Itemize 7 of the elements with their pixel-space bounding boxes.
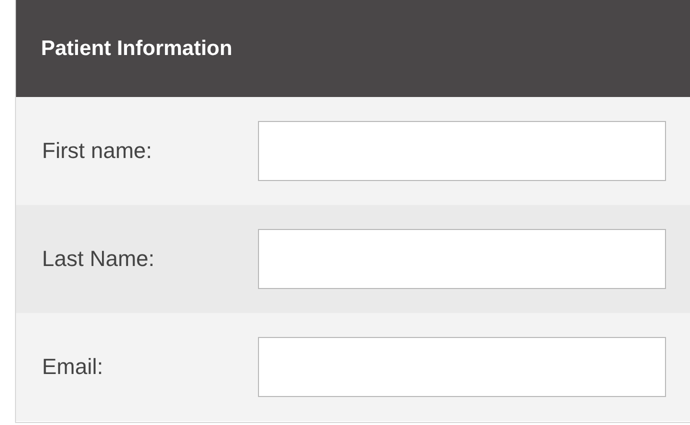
- input-field[interactable]: [258, 229, 666, 289]
- field-label: First name:: [42, 138, 154, 164]
- input-field[interactable]: [258, 337, 666, 397]
- panel-title: Patient Information: [41, 36, 232, 60]
- field-label: Last Name:: [42, 246, 156, 272]
- input-field[interactable]: [258, 121, 666, 181]
- field-label: Email:: [42, 354, 104, 380]
